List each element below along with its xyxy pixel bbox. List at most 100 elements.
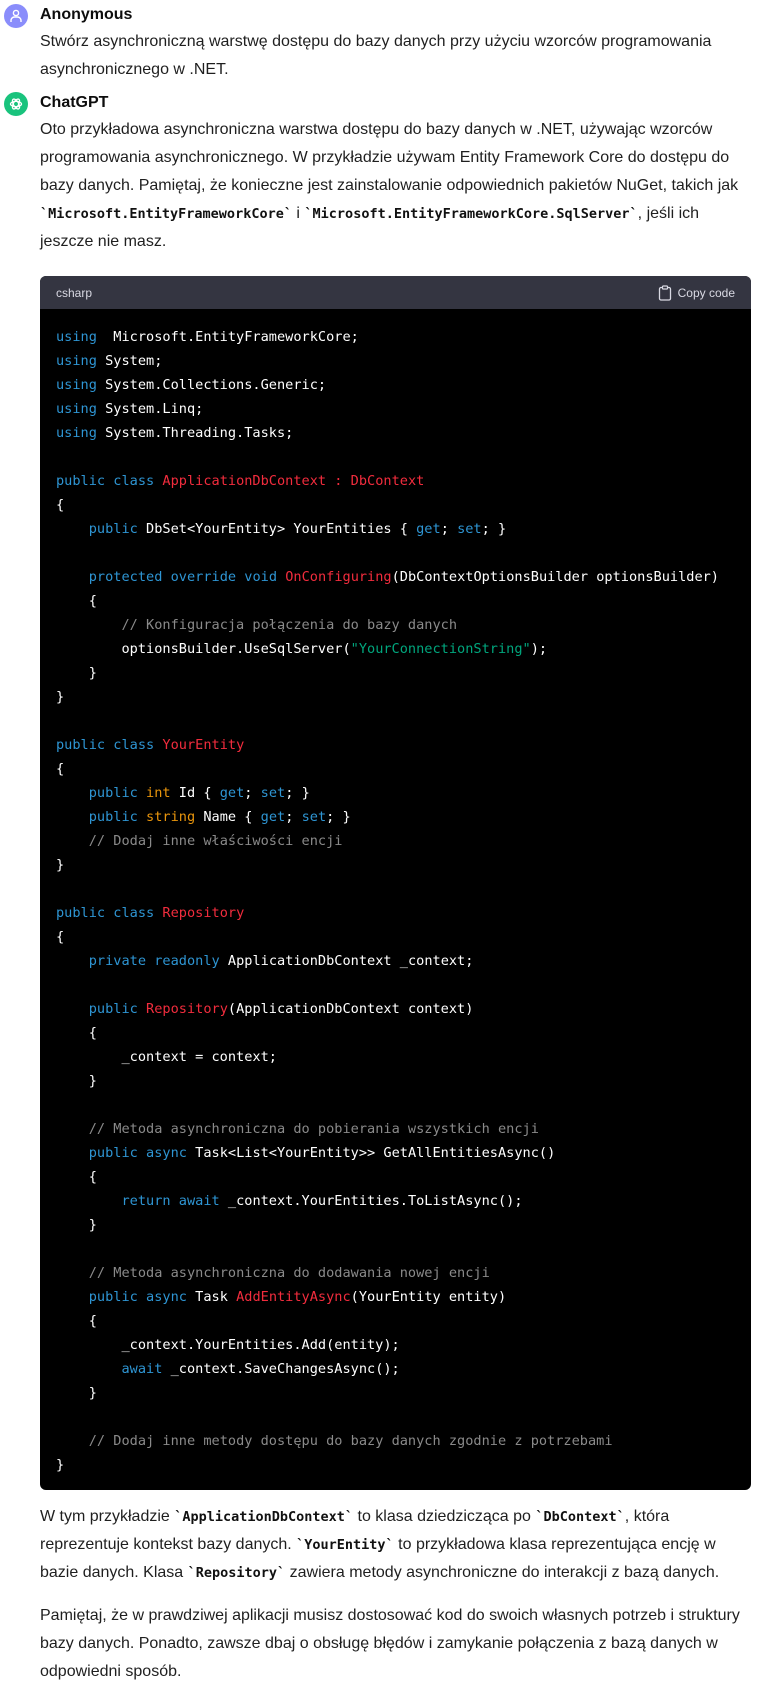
keyword-token: using [56, 329, 97, 345]
code-token: Name { [195, 809, 261, 825]
code-token: { [56, 497, 65, 513]
code-content: using Microsoft.EntityFrameworkCore; usin… [40, 309, 751, 1490]
assistant-intro: Oto przykładowa asynchroniczna warstwa d… [40, 116, 745, 256]
code-line: private readonly ApplicationDbContext _c… [56, 949, 735, 973]
code-token: ; } [326, 809, 351, 825]
code-line: public Repository(ApplicationDbContext c… [56, 997, 735, 1021]
intro-text: i [291, 205, 305, 222]
keyword-token: public [88, 809, 138, 825]
comment-token: // Dodaj inne metody dostępu do bazy dan… [88, 1433, 613, 1449]
code-token: Id { [170, 785, 220, 801]
assistant-author-name: ChatGPT [40, 94, 109, 111]
outro-text: zawiera metody asynchroniczne do interak… [285, 1564, 720, 1581]
code-line: using System.Collections.Generic; [56, 373, 735, 397]
keyword-token: public [88, 1289, 138, 1305]
user-author-name: Anonymous [40, 6, 133, 23]
code-token: } [56, 1457, 65, 1473]
code-token: System.Threading.Tasks; [96, 425, 294, 441]
code-token: } [56, 1073, 97, 1089]
keyword-token: public [56, 737, 106, 753]
user-avatar [4, 4, 28, 28]
code-line: public class ApplicationDbContext : DbCo… [56, 469, 735, 493]
code-line: } [56, 1213, 735, 1237]
code-token: _context = context; [56, 1049, 277, 1065]
code-line: public int Id { get; set; } [56, 781, 735, 805]
code-line: using System.Linq; [56, 397, 735, 421]
outro-text: W tym przykładzie [40, 1508, 175, 1525]
keyword-token: readonly [154, 953, 220, 969]
code-line: _context.YourEntities.Add(entity); [56, 1333, 735, 1357]
code-token: ; } [285, 785, 310, 801]
code-token: ; [285, 809, 302, 825]
inline-code: `DbContext` [535, 1509, 625, 1525]
code-token: System.Collections.Generic; [96, 377, 327, 393]
keyword-token: set [260, 785, 286, 801]
code-line: } [56, 1069, 735, 1093]
code-line: { [56, 757, 735, 781]
code-block-header: csharp Copy code [40, 276, 751, 309]
assistant-outro-2: Pamiętaj, że w prawdziwej aplikacji musi… [40, 1602, 745, 1686]
type-token: string [146, 809, 196, 825]
code-line: using Microsoft.EntityFrameworkCore; [56, 325, 735, 349]
keyword-token: class [113, 737, 155, 753]
code-line: { [56, 589, 735, 613]
intro-text: Oto przykładowa asynchroniczna warstwa d… [40, 121, 739, 194]
code-token: Task [186, 1289, 237, 1305]
code-line: public class YourEntity [56, 733, 735, 757]
code-token: (YourEntity entity) [350, 1289, 507, 1305]
outro-paragraph: Pamiętaj, że w prawdziwej aplikacji musi… [40, 1607, 740, 1680]
keyword-token: public [56, 905, 106, 921]
inline-code: `Microsoft.EntityFrameworkCore` [40, 206, 292, 222]
code-token: System; [96, 353, 163, 369]
keyword-token: get [416, 521, 441, 537]
code-line: public DbSet<YourEntity> YourEntities { … [56, 517, 735, 541]
code-line: // Dodaj inne metody dostępu do bazy dan… [56, 1429, 735, 1453]
code-line: public string Name { get; set; } [56, 805, 735, 829]
code-line: // Konfiguracja połączenia do bazy danyc… [56, 613, 735, 637]
copy-code-button[interactable]: Copy code [658, 284, 735, 301]
code-token: { [56, 761, 65, 777]
code-line: // Metoda asynchroniczna do dodawania no… [56, 1261, 735, 1285]
class-name-token: DbContext [350, 473, 425, 489]
keyword-token: protected [88, 569, 163, 585]
user-message-paragraph: Stwórz asynchroniczną warstwę dostępu do… [40, 33, 712, 78]
class-name-token: YourEntity [162, 737, 245, 753]
keyword-token: public [56, 473, 106, 489]
code-line: _context = context; [56, 1045, 735, 1069]
code-token: { [56, 929, 65, 945]
code-line: { [56, 1309, 735, 1333]
keyword-token: set [301, 809, 327, 825]
inline-code: `Repository` [187, 1565, 286, 1581]
code-token: } [56, 857, 65, 873]
keyword-token: get [219, 785, 245, 801]
code-line: } [56, 685, 735, 709]
code-token: } [56, 689, 65, 705]
class-name-token: ApplicationDbContext [162, 473, 327, 489]
code-token: { [56, 1025, 97, 1041]
code-line: public class Repository [56, 901, 735, 925]
code-token: System.Linq; [96, 401, 204, 417]
code-token: _context.YourEntities.ToListAsync(); [219, 1193, 523, 1209]
code-line: { [56, 925, 735, 949]
keyword-token: await [178, 1193, 220, 1209]
clipboard-icon [658, 284, 671, 301]
class-name-token: AddEntityAsync [236, 1289, 351, 1305]
keyword-token: using [56, 425, 97, 441]
